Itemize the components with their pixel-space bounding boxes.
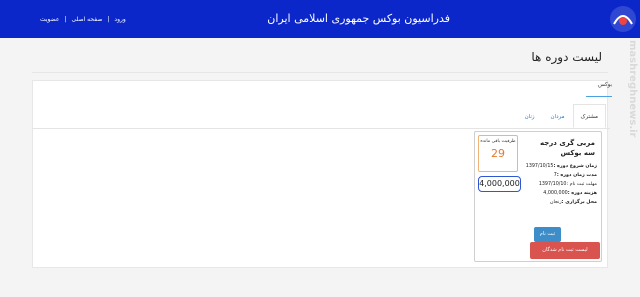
fee-label: هزینه دوره : [567, 191, 597, 196]
venue-row: محل برگزاری :زنجان [523, 198, 597, 207]
nav-separator: | [107, 16, 110, 23]
nav-links: ورود | صفحه اصلی | عضویت [40, 16, 126, 23]
capacity-label: ظرفیت باقی مانده [480, 139, 516, 144]
start-date-label: زمان شروع دوره : [553, 164, 597, 169]
course-details: زمان شروع دوره :1397/10/15 مدت زمان دوره… [523, 162, 597, 207]
capacity-box: ظرفیت باقی مانده 29 [478, 135, 518, 172]
venue-label: محل برگزاری : [561, 200, 597, 205]
venue-value: زنجان [549, 200, 562, 205]
nav-home-link[interactable]: صفحه اصلی [71, 16, 102, 23]
price-box: 4,000,000 [478, 176, 521, 192]
start-date-row: زمان شروع دوره :1397/10/15 [523, 162, 597, 171]
top-navbar: فدراسیون بوکس جمهوری اسلامی ایران ورود |… [0, 0, 640, 38]
nav-membership-link[interactable]: عضویت [40, 16, 59, 23]
category-tab-boxing[interactable]: بوکس [598, 82, 612, 88]
nav-login-link[interactable]: ورود [114, 16, 125, 23]
duration-row: مدت زمان دوره :7 [523, 171, 597, 180]
tab-shared[interactable]: مشترک [572, 104, 606, 128]
site-brand[interactable]: فدراسیون بوکس جمهوری اسلامی ایران [267, 12, 450, 25]
deadline-label: مهلت ثبت نام : [566, 182, 597, 187]
registered-list-button[interactable]: لیست ثبت نام شدگان [530, 242, 600, 259]
site-logo-icon [610, 6, 636, 32]
deadline-row: مهلت ثبت نام :1397/10/10 [523, 180, 597, 189]
deadline-value: 1397/10/10 [538, 182, 567, 187]
register-button[interactable]: ثبت نام [534, 227, 561, 242]
title-divider [32, 72, 608, 73]
course-tabs: مشترک مردان زنان [517, 104, 606, 128]
watermark-text: mashreghnews.ir [627, 40, 638, 138]
fee-value: 4,000,000 [543, 191, 568, 196]
duration-label: مدت زمان دوره : [556, 173, 597, 178]
nav-separator: | [64, 16, 67, 23]
course-card: مربی گری درجه سه بوکس ظرفیت باقی مانده 2… [474, 131, 602, 262]
start-date-value: 1397/10/15 [525, 164, 554, 169]
category-tab-underline [586, 96, 612, 97]
fee-row: هزینه دوره :4,000,000 [523, 189, 597, 198]
capacity-value: 29 [491, 147, 505, 160]
page-title: لیست دوره ها [531, 50, 602, 64]
course-name: مربی گری درجه سه بوکس [539, 139, 595, 157]
tab-women[interactable]: زنان [517, 104, 543, 128]
tabs-divider [32, 128, 610, 129]
tab-men[interactable]: مردان [543, 104, 573, 128]
